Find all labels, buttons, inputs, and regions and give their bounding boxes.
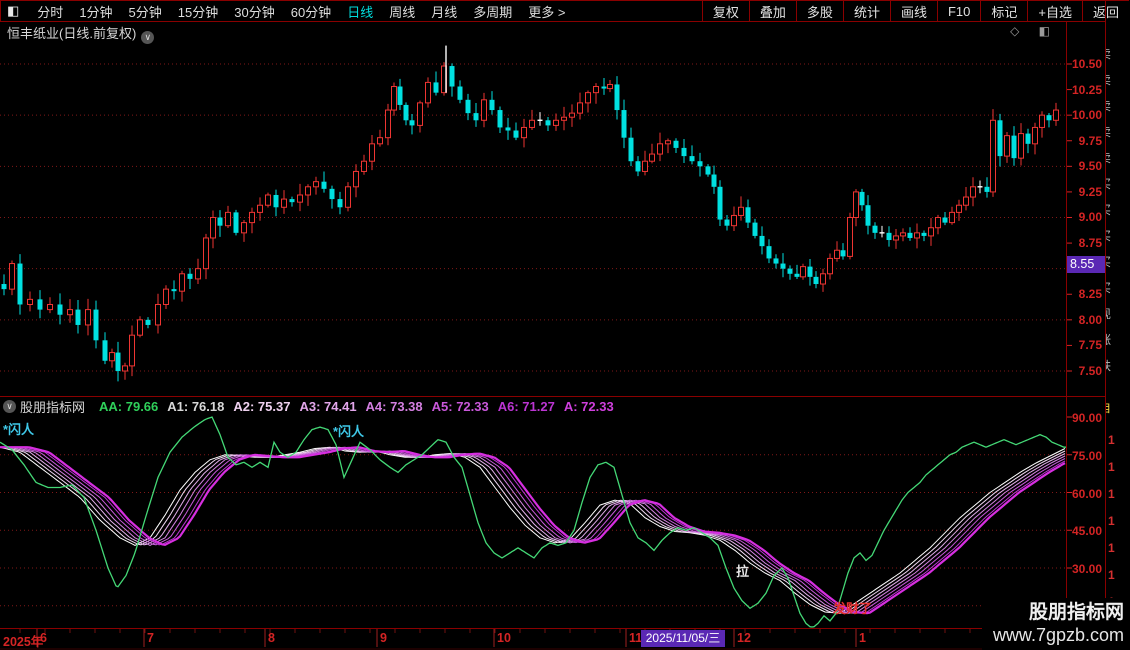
toolbar-item-7[interactable]: 周线: [381, 2, 423, 21]
annotation-0: *闪人: [3, 419, 34, 438]
toolbar-right-item-6[interactable]: 标记: [980, 1, 1027, 21]
strip-number-3: 1: [1108, 514, 1115, 528]
strip-char-5: 买: [1106, 175, 1125, 192]
toolbar-item-2[interactable]: 5分钟: [121, 2, 170, 21]
toolbar-right-item-2[interactable]: 多股: [796, 1, 843, 21]
title-row: 恒丰纸业(日线.前复权)∨ ◇ ◧: [0, 21, 1130, 40]
date-marker-box: 2025/11/05/三: [641, 630, 725, 647]
strip-char-6: 买: [1106, 201, 1125, 218]
collapse-icon[interactable]: ∨: [3, 400, 16, 413]
annotation-3: 发财了: [833, 598, 872, 617]
month-label-1: 1: [859, 631, 866, 645]
indicator-value-A3: A3: 74.41: [299, 399, 356, 414]
corner-icons[interactable]: ◇ ◧: [1010, 24, 1058, 38]
toolbar-right-item-4[interactable]: 画线: [890, 1, 937, 21]
watermark: 股朋指标网 www.7gpzb.com: [982, 598, 1130, 650]
toolbar-right-item-5[interactable]: F10: [937, 1, 980, 21]
strip-char-12: 跌: [1106, 357, 1125, 374]
price-label-10.00: 10.00: [1068, 108, 1102, 122]
watermark-name: 股朋指标网: [982, 602, 1124, 624]
price-label-8.00: 8.00: [1068, 313, 1102, 327]
toolbar-right-item-0[interactable]: 复权: [702, 1, 749, 21]
price-label-7.50: 7.50: [1068, 364, 1102, 378]
price-label-8.75: 8.75: [1068, 236, 1102, 250]
indicator-value-A6: A6: 71.27: [498, 399, 555, 414]
month-label-10: 10: [497, 631, 511, 645]
stock-title: 恒丰纸业(日线.前复权) ∨: [7, 23, 154, 44]
toolbar-item-10[interactable]: 更多 >: [520, 2, 573, 21]
price-label-9.75: 9.75: [1068, 134, 1102, 148]
tools-menu: 复权叠加多股统计画线F10标记+自选返回: [702, 1, 1129, 21]
toolbar-item-3[interactable]: 15分钟: [170, 2, 226, 21]
toolbar-right-item-1[interactable]: 叠加: [749, 1, 796, 21]
indicator-label-75.00: 75.00: [1068, 449, 1102, 463]
chevron-down-icon[interactable]: ∨: [141, 31, 154, 44]
strip-number-5: 1: [1108, 568, 1115, 582]
indicator-label-90.00: 90.00: [1068, 411, 1102, 425]
toolbar-right-item-3[interactable]: 统计: [843, 1, 890, 21]
strip-char-9: 买: [1106, 279, 1125, 296]
price-label-7.75: 7.75: [1068, 338, 1102, 352]
indicator-value-A2: A2: 75.37: [233, 399, 290, 414]
indicator-label-60.00: 60.00: [1068, 487, 1102, 501]
period-menu: 分时1分钟5分钟15分钟30分钟60分钟日线周线月线多周期更多 >: [29, 2, 573, 21]
annotation-2: 拉: [736, 561, 749, 580]
strip-char-7: 买: [1106, 227, 1125, 244]
indicator-label-30.00: 30.00: [1068, 562, 1102, 576]
strip-number-4: 1: [1108, 541, 1115, 555]
indicator-values: AA: 79.66 A1: 76.18 A2: 75.37 A3: 74.41 A4: …: [99, 399, 623, 414]
yaxis-border: [1066, 21, 1067, 649]
toolbar-item-9[interactable]: 多周期: [465, 2, 520, 21]
window-split-icon[interactable]: ◧: [7, 3, 19, 19]
month-label-12: 12: [737, 631, 751, 645]
top-toolbar: ◧ 分时1分钟5分钟15分钟30分钟60分钟日线周线月线多周期更多 > 复权叠加…: [0, 0, 1129, 22]
month-label-6: 6: [40, 631, 47, 645]
panel-divider: [0, 396, 1106, 397]
quote-panel-sliver: 卖卖卖卖卖买买买买买现涨跌自1111111: [1106, 21, 1130, 650]
strip-char-10: 现: [1106, 305, 1125, 322]
price-label-9.25: 9.25: [1068, 185, 1102, 199]
toolbar-item-1[interactable]: 1分钟: [71, 2, 120, 21]
price-label-9.50: 9.50: [1068, 159, 1102, 173]
strip-char-3: 卖: [1106, 123, 1125, 140]
strip-number-0: 1: [1108, 433, 1115, 447]
month-label-7: 7: [147, 631, 154, 645]
strip-number-1: 1: [1108, 460, 1115, 474]
strip-char-0: 卖: [1106, 45, 1125, 62]
indicator-header: ∨ 股朋指标网 AA: 79.66 A1: 76.18 A2: 75.37 A3: 7…: [0, 398, 1060, 415]
indicator-name[interactable]: 股朋指标网: [20, 397, 85, 416]
indicator-value-A4: A4: 73.38: [366, 399, 423, 414]
strip-char-4: 卖: [1106, 149, 1125, 166]
watermark-url: www.7gpzb.com: [982, 624, 1124, 646]
toolbar-item-8[interactable]: 月线: [423, 2, 465, 21]
indicator-value-AA: AA: 79.66: [99, 399, 158, 414]
indicator-label-45.00: 45.00: [1068, 524, 1102, 538]
toolbar-item-4[interactable]: 30分钟: [226, 2, 282, 21]
month-label-9: 9: [380, 631, 387, 645]
toolbar-right-item-7[interactable]: +自选: [1027, 1, 1082, 21]
strip-char-1: 卖: [1106, 71, 1125, 88]
price-label-10.25: 10.25: [1068, 83, 1102, 97]
trading-app-window: ◧ 分时1分钟5分钟15分钟30分钟60分钟日线周线月线多周期更多 > 复权叠加…: [0, 0, 1130, 650]
strip-char-11: 涨: [1106, 331, 1125, 348]
annotation-1: *闪人: [333, 421, 364, 440]
price-label-9.00: 9.00: [1068, 210, 1102, 224]
price-label-10.50: 10.50: [1068, 57, 1102, 71]
month-label-8: 8: [268, 631, 275, 645]
price-marker-box: 8.55: [1067, 256, 1105, 273]
toolbar-item-6[interactable]: 日线: [339, 2, 381, 21]
chart-canvas[interactable]: [0, 0, 1130, 650]
strip-highlight: 自: [1106, 399, 1125, 416]
toolbar-item-5[interactable]: 60分钟: [283, 2, 339, 21]
price-label-8.25: 8.25: [1068, 287, 1102, 301]
strip-char-2: 卖: [1106, 97, 1125, 114]
indicator-value-A: A: 72.33: [564, 399, 614, 414]
xaxis-top-line: [0, 628, 1106, 629]
strip-char-8: 买: [1106, 253, 1125, 270]
strip-number-2: 1: [1108, 487, 1115, 501]
stock-title-text: 恒丰纸业(日线.前复权): [7, 26, 136, 41]
indicator-value-A1: A1: 76.18: [167, 399, 224, 414]
indicator-value-A5: A5: 72.33: [432, 399, 489, 414]
toolbar-item-0[interactable]: 分时: [29, 2, 71, 21]
